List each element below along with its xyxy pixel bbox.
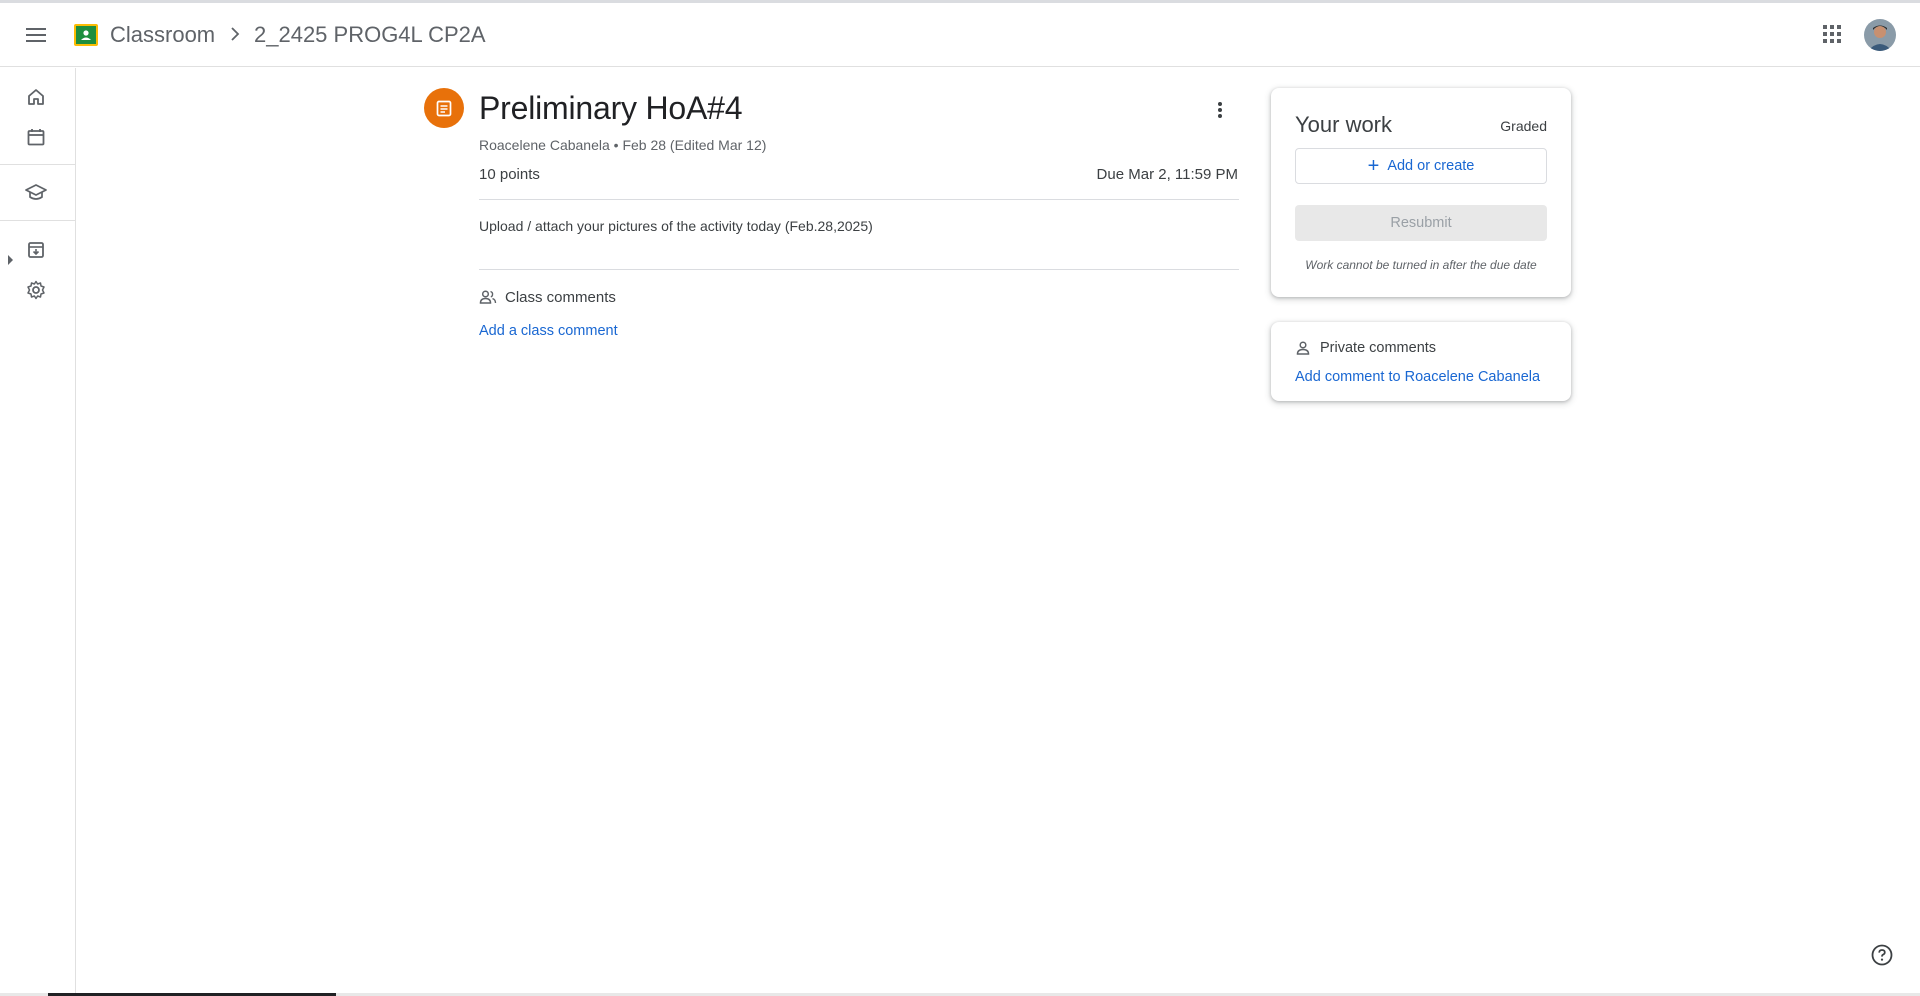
due-date-note: Work cannot be turned in after the due d… <box>1305 258 1537 272</box>
gear-icon <box>27 280 45 300</box>
add-private-comment-link[interactable]: Add comment to Roacelene Cabanela <box>1295 369 1540 385</box>
home-icon <box>28 89 44 105</box>
add-class-comment-link[interactable]: Add a class comment <box>479 323 618 339</box>
archive-icon <box>28 242 44 258</box>
assignment-meta: Roacelene Cabanela • Feb 28 (Edited Mar … <box>479 137 767 153</box>
add-or-create-label: Add or create <box>1387 158 1475 174</box>
google-apps-button[interactable] <box>1812 14 1852 54</box>
assignment-type-icon <box>424 88 464 128</box>
assignment-points: 10 points <box>479 166 540 183</box>
expand-caret-icon[interactable] <box>8 255 13 265</box>
divider <box>479 199 1239 200</box>
your-work-title: Your work <box>1295 112 1393 137</box>
rail-item-archived[interactable] <box>16 230 56 270</box>
account-avatar[interactable] <box>1864 19 1896 51</box>
breadcrumb-class-name[interactable]: 2_2425 PROG4L CP2A <box>254 22 486 48</box>
more-options-button[interactable] <box>1200 90 1240 130</box>
people-icon <box>479 290 497 304</box>
left-nav-rail <box>0 68 76 996</box>
main-menu-button[interactable] <box>14 13 58 57</box>
help-icon <box>1871 944 1893 966</box>
rail-item-settings[interactable] <box>16 270 56 310</box>
resubmit-button[interactable]: Resubmit <box>1295 205 1547 241</box>
school-cap-icon <box>25 184 47 200</box>
add-or-create-button[interactable]: + Add or create <box>1295 148 1547 184</box>
rail-divider <box>0 164 76 165</box>
assignment-due-date: Due Mar 2, 11:59 PM <box>1096 166 1238 183</box>
app-title[interactable]: Classroom <box>110 22 215 48</box>
app-header: Classroom 2_2425 PROG4L CP2A <box>0 3 1920 67</box>
class-comments-label: Class comments <box>505 289 616 306</box>
rail-divider <box>0 220 76 221</box>
your-work-card: Your work Graded + Add or create Resubmi… <box>1271 88 1571 297</box>
status-badge: Graded <box>1500 118 1547 134</box>
plus-icon: + <box>1367 155 1380 177</box>
private-comments-card: Private comments Add comment to Roacelen… <box>1271 322 1571 401</box>
rail-item-home[interactable] <box>16 77 56 117</box>
calendar-icon <box>27 129 45 146</box>
person-icon <box>1296 341 1310 355</box>
rail-item-enrolled[interactable] <box>16 173 56 213</box>
rail-item-calendar[interactable] <box>16 117 56 157</box>
more-vert-icon <box>1218 102 1222 118</box>
classroom-logo-icon <box>74 24 98 46</box>
avatar-image <box>1864 19 1896 51</box>
hamburger-menu-icon <box>26 28 46 42</box>
assignment-description: Upload / attach your pictures of the act… <box>479 218 873 234</box>
assignment-clipboard-icon <box>436 100 452 117</box>
chevron-right-icon <box>231 27 240 41</box>
private-comments-label: Private comments <box>1320 340 1437 356</box>
google-apps-grid-icon <box>1823 25 1841 43</box>
assignment-title: Preliminary HoA#4 <box>479 90 743 126</box>
divider <box>479 269 1239 270</box>
help-button[interactable] <box>1870 943 1894 967</box>
